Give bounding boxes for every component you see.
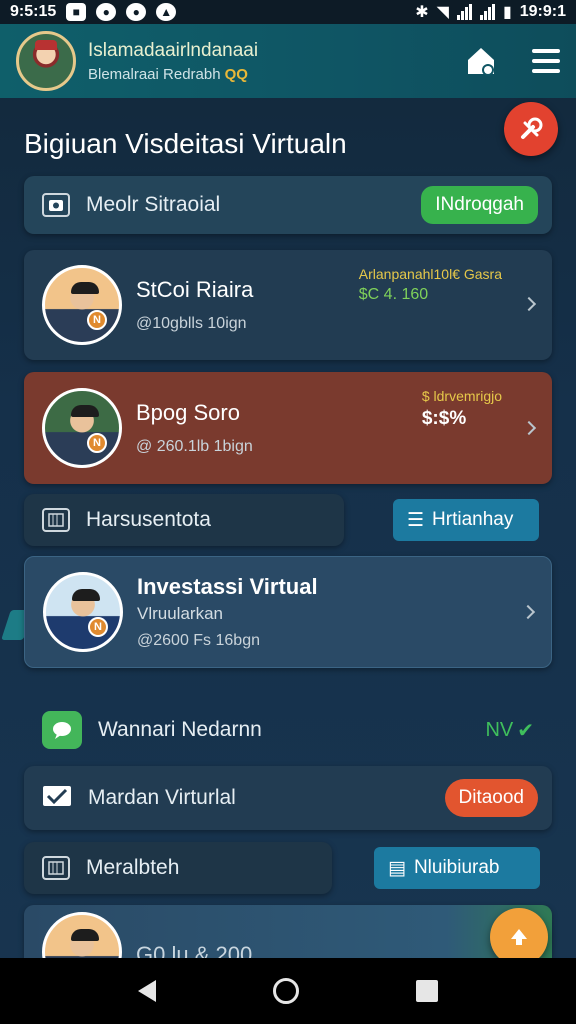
header-text: Islamadaairlndanaai Blemalraai Redrabh QQ — [88, 40, 258, 83]
profile-meta-1: Arlanpanahl10l€ Gasra $C 4. 160 — [359, 266, 502, 304]
meta-label: $ ldrvemrigjo — [421, 388, 502, 404]
meta-value: $C 4. 160 — [358, 286, 429, 303]
row-calendar-label: Harsusentota — [86, 508, 211, 531]
profile-name: Investassi Virtual — [137, 574, 318, 599]
coin-icon: QQ — [224, 65, 248, 83]
row-mail[interactable]: Mardan Virturlal Ditaood — [24, 766, 552, 830]
signal2-icon — [479, 4, 495, 20]
profile-avatar[interactable] — [16, 31, 76, 91]
arrow-up-icon — [511, 929, 527, 945]
battery-icon: ▮ — [502, 4, 512, 21]
chevron-right-icon — [521, 296, 537, 312]
camera-icon — [42, 193, 70, 217]
row-mail-action-button[interactable]: Ditaood — [444, 779, 538, 817]
header-subtitle: Blemalraai Redrabh QQ — [88, 66, 258, 83]
profile-avatar-1: N — [42, 265, 122, 345]
badge-icon: N — [88, 617, 108, 637]
row-chat-status: NV ✔ — [485, 718, 534, 743]
home-nav-icon[interactable] — [272, 978, 299, 1004]
header-title: Islamadaairlndanaai — [88, 39, 259, 61]
profile-handle: @10gblls 10ign — [136, 315, 247, 332]
profile-subtitle: Vlruularkan — [137, 604, 223, 623]
row-archive-action-label: Nluibiurab — [413, 857, 500, 878]
notification-app-icon: ● — [96, 3, 117, 21]
row-chat[interactable]: Wannari Nedarnn NV ✔ — [24, 704, 552, 756]
tools-icon — [521, 117, 543, 139]
wifi-icon: ◥ — [436, 4, 449, 21]
row-calendar-action-label: Hrtianhay — [432, 509, 514, 530]
notification-app2-icon: ● — [126, 3, 147, 21]
profile-meta-2: $ ldrvemrigjo $:$% — [422, 388, 502, 430]
row-social[interactable]: Meolr Sitraoial INdroqgah — [24, 176, 552, 234]
row-mail-label: Mardan Virturlal — [88, 786, 236, 809]
row-calendar-action-button[interactable]: ☰ Hrtianhay — [393, 499, 539, 541]
profile-card-2[interactable]: N Bpog Soro @ 260.1lb 1bign $ ldrvemrigj… — [24, 372, 552, 484]
row-archive-label: Meralbteh — [86, 856, 180, 879]
status-time-left: 9:5:15 — [10, 3, 57, 20]
notification-app3-icon: ▲ — [156, 3, 177, 21]
status-bar: 9:5:15 ■ ● ● ▲ ✱ ◥ ▮ 19:9:1 — [0, 0, 576, 24]
meta-value: $:$% — [421, 408, 467, 429]
row-social-label: Meolr Sitraoial — [86, 193, 221, 216]
list-icon: ☰ — [407, 509, 425, 531]
app-header: Islamadaairlndanaai Blemalraai Redrabh QQ — [0, 24, 576, 98]
profile-name: StCoi Riaira — [136, 277, 254, 302]
profile-body-2: Bpog Soro @ 260.1lb 1bign — [136, 400, 253, 456]
profile-handle: @2600 Fs 16bgn — [137, 632, 260, 649]
header-actions — [464, 44, 560, 78]
profile-body-1: StCoi Riaira @10gblls 10ign — [136, 277, 253, 333]
calendar-icon — [42, 508, 70, 532]
profile-name: Bpog Soro — [136, 400, 240, 425]
row-social-action-button[interactable]: INdroqgah — [421, 186, 538, 224]
tools-fab-button[interactable] — [504, 102, 558, 156]
profile-card-1[interactable]: N StCoi Riaira @10gblls 10ign Arlanpanah… — [24, 250, 552, 360]
badge-icon: N — [87, 310, 107, 330]
recent-apps-icon[interactable] — [415, 980, 438, 1002]
row-calendar[interactable]: Harsusentota — [24, 494, 344, 546]
book-icon: ▤ — [388, 857, 406, 879]
row-archive-action-button[interactable]: ▤ Nluibiurab — [374, 847, 540, 889]
system-nav-bar — [0, 958, 576, 1024]
signal-icon — [456, 4, 472, 20]
notification-icon: ■ — [66, 3, 87, 21]
row-chat-status-text: NV — [485, 718, 514, 741]
menu-icon[interactable] — [532, 49, 560, 73]
header-subtitle-text: Blemalraai Redrabh — [88, 65, 221, 83]
badge-icon: N — [87, 433, 107, 453]
archive-icon — [42, 856, 70, 880]
profile-avatar-2: N — [42, 388, 122, 468]
status-time-right: 19:9:1 — [519, 3, 566, 20]
row-archive[interactable]: Meralbteh — [24, 842, 332, 894]
mail-check-icon — [42, 784, 72, 813]
profile-handle: @ 260.1lb 1bign — [136, 438, 253, 455]
profile-avatar-3: N — [43, 572, 123, 652]
back-icon[interactable] — [138, 980, 157, 1002]
profile-body-3: Investassi Virtual Vlruularkan @2600 Fs … — [137, 574, 318, 650]
bluetooth-icon: ✱ — [415, 4, 429, 21]
chevron-right-icon — [520, 604, 536, 620]
profile-card-3[interactable]: N Investassi Virtual Vlruularkan @2600 F… — [24, 556, 552, 668]
meta-label: Arlanpanahl10l€ Gasra — [358, 266, 502, 282]
row-chat-label: Wannari Nedarnn — [98, 718, 262, 741]
check-icon: ✔ — [517, 719, 534, 742]
chat-icon — [42, 711, 82, 749]
chevron-right-icon — [521, 420, 537, 436]
page-title: Bigiuan Visdeitasi Virtualn — [24, 128, 347, 159]
home-icon[interactable] — [464, 44, 498, 78]
